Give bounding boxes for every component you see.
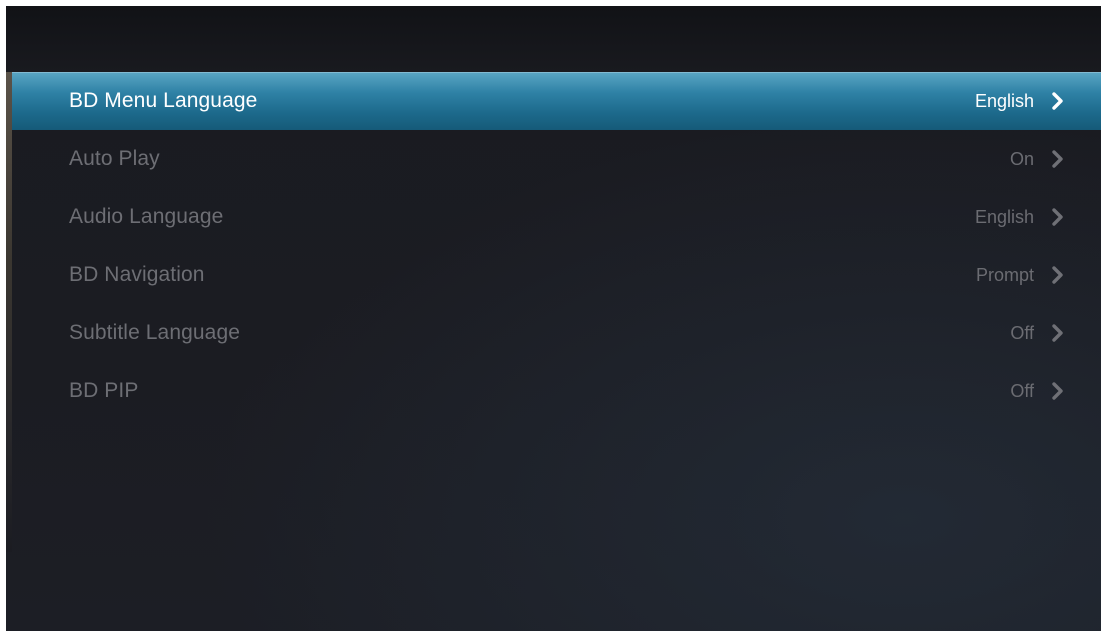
menu-item-bd-menu-language[interactable]: BD Menu Language English bbox=[12, 72, 1101, 130]
chevron-right-icon bbox=[1051, 266, 1065, 284]
menu-item-value: English bbox=[974, 206, 1034, 227]
chevron-right-icon bbox=[1051, 92, 1065, 110]
chevron-right-icon bbox=[1051, 208, 1065, 226]
menu-item-bd-pip[interactable]: BD PIP Off bbox=[12, 362, 1101, 420]
menu-item-value: Off bbox=[1010, 322, 1034, 343]
menu-item-label: Subtitle Language bbox=[69, 321, 241, 344]
menu-item-value: English bbox=[974, 90, 1034, 111]
header-band bbox=[6, 6, 1101, 72]
settings-menu: BD Menu Language English Auto Play On Au… bbox=[12, 72, 1101, 420]
menu-item-value: Off bbox=[1010, 380, 1034, 401]
chevron-right-icon bbox=[1051, 324, 1065, 342]
menu-item-label: Audio Language bbox=[69, 205, 224, 228]
menu-item-bd-navigation[interactable]: BD Navigation Prompt bbox=[12, 246, 1101, 304]
menu-item-value: On bbox=[1009, 148, 1034, 169]
menu-item-label: BD Menu Language bbox=[69, 89, 258, 112]
menu-item-value: Prompt bbox=[975, 264, 1034, 285]
chevron-right-icon bbox=[1051, 150, 1065, 168]
tv-frame: BD Menu Language English Auto Play On Au… bbox=[0, 0, 1103, 637]
menu-item-label: BD Navigation bbox=[69, 263, 205, 286]
settings-screen: BD Menu Language English Auto Play On Au… bbox=[6, 6, 1101, 631]
menu-item-auto-play[interactable]: Auto Play On bbox=[12, 130, 1101, 188]
menu-item-label: Auto Play bbox=[69, 147, 160, 170]
menu-item-subtitle-language[interactable]: Subtitle Language Off bbox=[12, 304, 1101, 362]
menu-item-audio-language[interactable]: Audio Language English bbox=[12, 188, 1101, 246]
menu-item-label: BD PIP bbox=[69, 379, 139, 402]
chevron-right-icon bbox=[1051, 382, 1065, 400]
